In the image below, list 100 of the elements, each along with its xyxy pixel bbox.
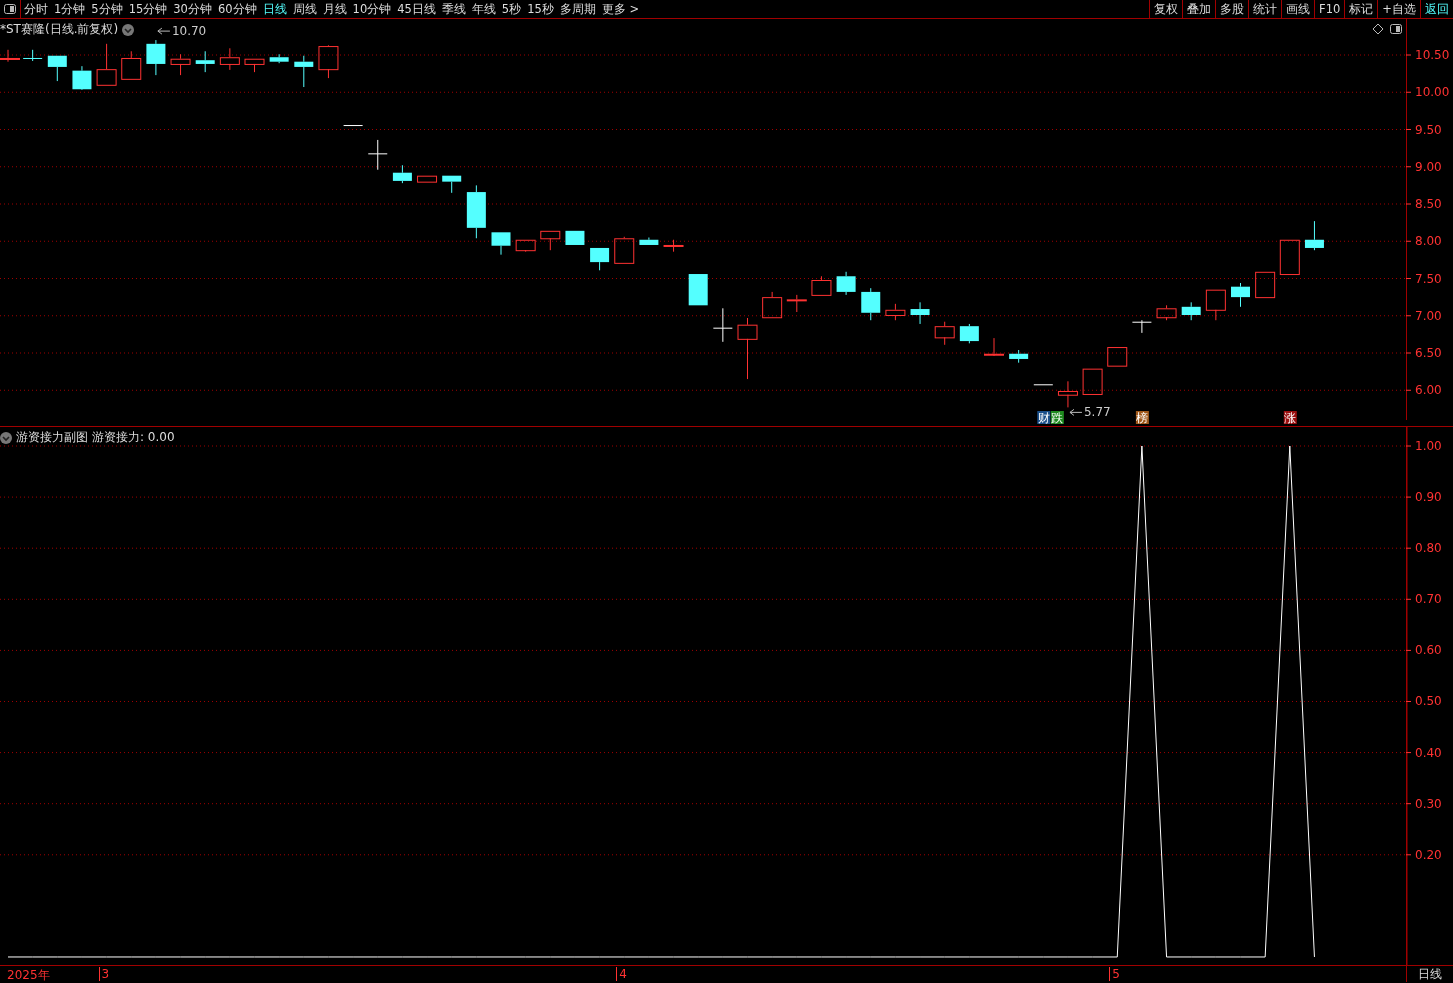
candle xyxy=(72,65,92,91)
month-label: 5 xyxy=(1109,967,1120,981)
period-tab[interactable]: 更多 > xyxy=(598,0,643,18)
period-tab[interactable]: 季线 xyxy=(438,0,469,18)
period-tab[interactable]: 30分钟 xyxy=(170,0,215,18)
period-tab[interactable]: 5分钟 xyxy=(88,0,126,18)
candle xyxy=(417,175,438,183)
candle xyxy=(121,50,142,80)
candle xyxy=(47,55,67,82)
candle xyxy=(540,230,561,251)
period-tab[interactable]: 15秒 xyxy=(524,0,557,18)
period-label: 日线 xyxy=(1406,966,1453,982)
axis-tick-label: 6.00 xyxy=(1415,383,1442,398)
axis-tick-label: 0.50 xyxy=(1415,694,1442,709)
period-tab[interactable]: 1分钟 xyxy=(51,0,89,18)
axis-tick-label: 0.80 xyxy=(1415,541,1442,556)
period-tab[interactable]: 周线 xyxy=(289,0,320,18)
candle xyxy=(96,43,117,86)
toolbar-button[interactable]: 复权 xyxy=(1149,0,1183,18)
candle xyxy=(1156,304,1177,321)
candle xyxy=(1304,220,1324,251)
candle xyxy=(170,53,191,76)
signal-badge: 财 xyxy=(1037,411,1051,425)
candle xyxy=(195,50,215,73)
candle xyxy=(1082,368,1103,395)
period-tab[interactable]: 60分钟 xyxy=(214,0,260,18)
dropdown-icon[interactable] xyxy=(0,431,12,444)
period-tab[interactable]: 45日线 xyxy=(394,0,439,18)
axis-tick-label: 0.40 xyxy=(1415,745,1442,760)
month-label: 3 xyxy=(98,967,110,981)
candle xyxy=(343,124,363,127)
price-mark: 5.77 xyxy=(1069,405,1111,420)
period-tab[interactable]: 5秒 xyxy=(498,0,525,18)
dropdown-icon[interactable] xyxy=(122,23,135,36)
candle xyxy=(318,44,339,79)
axis-tick-label: 10.50 xyxy=(1415,48,1450,62)
candle xyxy=(590,247,610,271)
candle xyxy=(466,184,486,239)
candle xyxy=(1057,380,1078,408)
candle xyxy=(688,273,708,306)
toolbar-button[interactable]: 多股 xyxy=(1215,0,1249,18)
candle xyxy=(515,239,536,253)
period-tab[interactable]: 月线 xyxy=(319,0,350,18)
toolbar-button[interactable]: F10 xyxy=(1314,0,1345,18)
period-tab[interactable]: 15分钟 xyxy=(125,0,171,18)
indicator-title: 游资接力副图 xyxy=(16,429,88,446)
toolbar-button[interactable]: +自选 xyxy=(1377,0,1420,18)
candle xyxy=(811,275,832,296)
candle xyxy=(1231,282,1250,308)
axis-tick-label: 0.70 xyxy=(1415,592,1442,607)
candle xyxy=(1107,346,1128,367)
price-mark: 10.70 xyxy=(157,24,207,39)
signal-badge: 跌 xyxy=(1050,411,1064,425)
candle xyxy=(23,49,43,62)
axis-tick-label: 0.20 xyxy=(1415,847,1442,862)
candle xyxy=(1255,271,1276,299)
candle xyxy=(565,230,585,246)
candle xyxy=(442,175,462,194)
candle xyxy=(392,164,412,184)
indicator-reading: 游资接力: 0.00 xyxy=(92,429,175,446)
candle xyxy=(959,323,979,344)
candle xyxy=(269,53,289,64)
candle xyxy=(786,294,807,313)
axis-tick-label: 0.60 xyxy=(1415,643,1442,658)
toolbar-button[interactable]: 返回 xyxy=(1420,0,1453,18)
axis-tick-label: 1.00 xyxy=(1415,439,1442,453)
candle xyxy=(1205,289,1226,321)
period-tab[interactable]: 多周期 xyxy=(556,0,599,18)
year-label: 2025年 xyxy=(6,967,50,983)
signal-badge: 涨 xyxy=(1283,411,1297,425)
toolbar-icons-drawing[interactable] xyxy=(1372,23,1402,35)
toolbar-button[interactable]: 画线 xyxy=(1281,0,1315,18)
axis-tick-label: 7.00 xyxy=(1415,308,1442,323)
axis-tick-label: 10.00 xyxy=(1415,85,1450,100)
toolbar-button[interactable]: 统计 xyxy=(1248,0,1282,18)
axis-tick-label: 8.00 xyxy=(1415,234,1442,249)
candle xyxy=(0,49,20,63)
period-tab[interactable]: 10分钟 xyxy=(349,0,395,18)
candle xyxy=(491,231,511,256)
period-tab[interactable]: 日线 xyxy=(259,0,290,18)
candle xyxy=(614,236,635,264)
axis-tick-label: 7.50 xyxy=(1415,271,1442,286)
axis-tick-label: 0.90 xyxy=(1415,490,1442,505)
candle xyxy=(368,139,388,171)
candle xyxy=(219,47,240,71)
candle xyxy=(1009,349,1029,364)
toolbar-button[interactable]: 标记 xyxy=(1344,0,1378,18)
toolbar-button[interactable]: 叠加 xyxy=(1182,0,1216,18)
candle xyxy=(762,291,783,319)
chart-title: *ST赛隆(日线.前复权) xyxy=(0,21,119,38)
period-tab[interactable]: 年线 xyxy=(468,0,499,18)
candle xyxy=(713,307,733,343)
period-tab[interactable]: 分时 xyxy=(21,0,51,18)
candle xyxy=(836,271,856,296)
candle xyxy=(1181,301,1201,321)
month-label: 4 xyxy=(616,967,627,981)
axis-tick-label: 0.30 xyxy=(1415,796,1442,811)
candle xyxy=(1279,239,1300,276)
candle xyxy=(294,55,314,88)
candle xyxy=(663,239,684,253)
